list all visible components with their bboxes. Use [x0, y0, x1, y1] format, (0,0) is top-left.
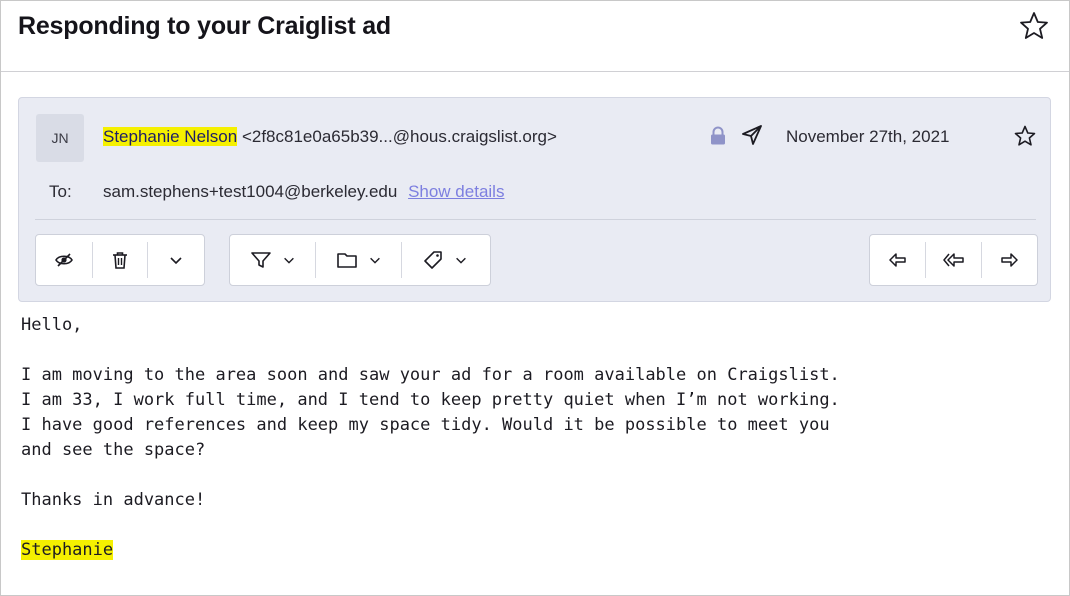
- hide-icon: [54, 253, 73, 267]
- header-divider: [35, 219, 1036, 220]
- toolbar-reply-group: [869, 234, 1038, 286]
- chevron-down-icon: [170, 257, 182, 265]
- toolbar-organize-group: [229, 234, 491, 286]
- trash-icon: [113, 252, 127, 269]
- folder-icon: [336, 253, 357, 268]
- filter-icon: [250, 252, 271, 268]
- tag-icon: [423, 251, 442, 269]
- signature: Stephanie: [21, 540, 114, 560]
- sender-address[interactable]: <2f8c81e0a65b39...@hous.craigslist.org>: [242, 127, 557, 146]
- reply-icon: [888, 253, 906, 267]
- sender-name[interactable]: Stephanie Nelson: [103, 127, 238, 146]
- to-label: To:: [49, 182, 72, 201]
- greeting: Hello,: [21, 315, 83, 335]
- to-line: sam.stephens+test1004@berkeley.edu Show …: [103, 182, 504, 202]
- recipient-address[interactable]: sam.stephens+test1004@berkeley.edu: [103, 182, 397, 201]
- reply-button[interactable]: [870, 235, 925, 285]
- delete-button[interactable]: [93, 235, 148, 285]
- email-viewer: Responding to your Craiglist ad JN Steph…: [0, 0, 1070, 596]
- chevron-down-icon: [283, 257, 294, 264]
- message-header: JN Stephanie Nelson <2f8c81e0a65b39...@h…: [18, 97, 1051, 302]
- avatar: JN: [36, 114, 84, 162]
- reply-all-button[interactable]: [926, 235, 980, 285]
- hide-button[interactable]: [36, 235, 92, 285]
- body-line: and see the space?: [21, 440, 206, 460]
- body-line: I am moving to the area soon and saw you…: [21, 365, 840, 385]
- closing: Thanks in advance!: [21, 490, 206, 510]
- lock-icon: [711, 126, 725, 145]
- message-body: Hello, I am moving to the area soon and s…: [21, 313, 840, 563]
- toolbar-actions-group: [35, 234, 205, 286]
- body-line: I am 33, I work full time, and I tend to…: [21, 390, 840, 410]
- label-button[interactable]: [402, 235, 487, 285]
- forward-button[interactable]: [982, 235, 1037, 285]
- show-details-link[interactable]: Show details: [408, 182, 504, 201]
- body-line: I have good references and keep my space…: [21, 415, 830, 435]
- from-line: Stephanie Nelson <2f8c81e0a65b39...@hous…: [103, 127, 557, 147]
- forward-icon: [1001, 253, 1019, 267]
- filter-button[interactable]: [230, 235, 315, 285]
- star-icon[interactable]: [1019, 11, 1049, 41]
- subject-bar: Responding to your Craiglist ad: [1, 1, 1069, 72]
- sent-icon: [742, 125, 762, 145]
- chevron-down-icon: [455, 257, 466, 264]
- reply-all-icon: [942, 253, 964, 267]
- star-icon[interactable]: [1014, 125, 1036, 147]
- chevron-down-icon: [369, 257, 380, 264]
- more-actions-button[interactable]: [148, 235, 204, 285]
- email-subject: Responding to your Craiglist ad: [18, 12, 391, 40]
- message-date: November 27th, 2021: [786, 127, 950, 146]
- move-to-folder-button[interactable]: [316, 235, 401, 285]
